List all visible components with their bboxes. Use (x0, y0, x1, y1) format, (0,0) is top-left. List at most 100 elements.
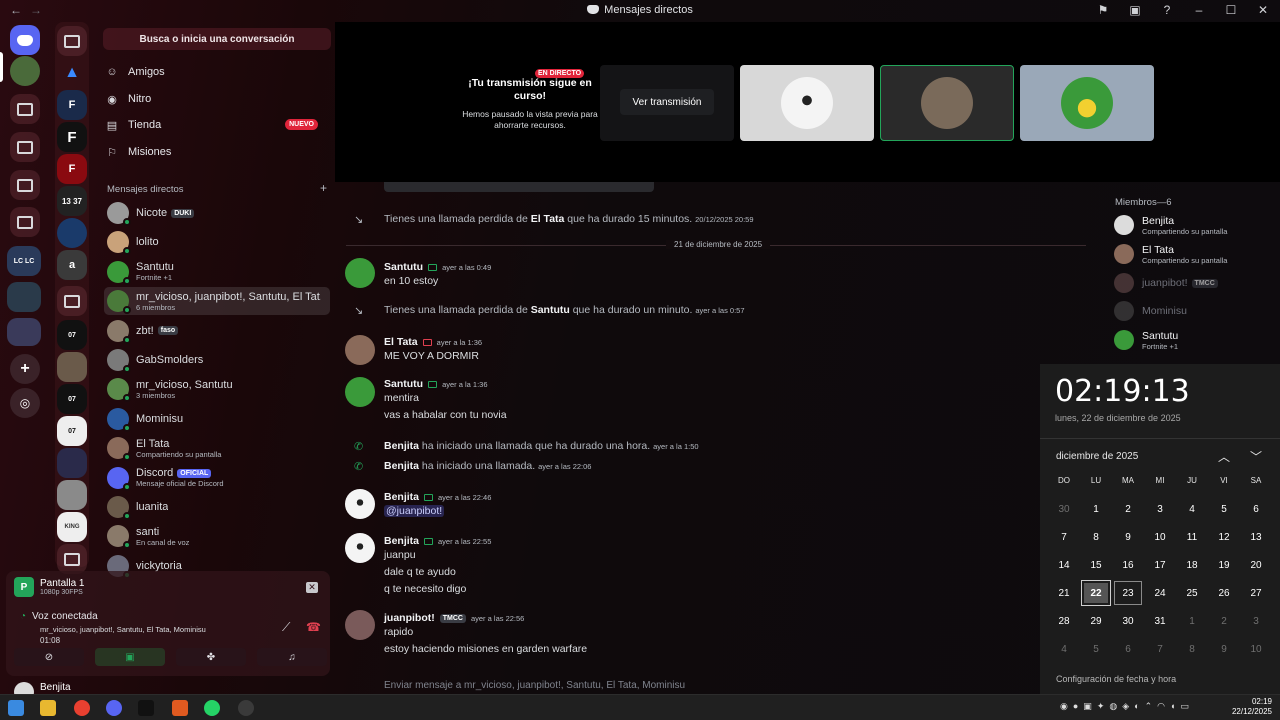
author-name[interactable]: Benjita (384, 491, 419, 503)
participant-tile[interactable] (880, 65, 1014, 141)
chrome-icon[interactable] (74, 700, 90, 716)
calendar-day[interactable]: 2 (1112, 495, 1144, 523)
sys-user[interactable]: Santutu (531, 304, 570, 316)
author-avatar[interactable] (345, 533, 375, 563)
server-icon[interactable] (57, 480, 87, 510)
author-name[interactable]: Benjita (384, 535, 419, 547)
server-folder-group[interactable] (7, 318, 41, 346)
server-avatar[interactable] (10, 56, 40, 86)
calendar-day[interactable]: 19 (1208, 551, 1240, 579)
server-icon[interactable]: F (57, 90, 87, 120)
calendar-day[interactable]: 22 (1081, 580, 1111, 606)
tray-icon[interactable]: ◈ (1122, 701, 1129, 712)
participant-tile[interactable] (740, 65, 874, 141)
calendar-day[interactable]: 6 (1112, 635, 1144, 663)
server-icon[interactable]: 13 37 (57, 186, 87, 216)
start-icon[interactable] (8, 700, 24, 716)
screen-share-button[interactable]: ▣ (95, 648, 165, 666)
folder-icon[interactable] (57, 286, 87, 316)
server-folder-icon[interactable] (10, 170, 40, 200)
dm-row[interactable]: santi En canal de voz (104, 522, 330, 550)
close-button[interactable]: ✕ (1256, 3, 1270, 17)
member-row[interactable]: Mominisu (1114, 298, 1278, 324)
author-avatar[interactable] (345, 258, 375, 288)
dm-row[interactable]: Santutu Fortnite +1 (104, 258, 330, 286)
calendar-day[interactable]: 14 (1048, 551, 1080, 579)
search-button[interactable]: Busca o inicia una conversación (103, 28, 331, 50)
inbox-icon[interactable]: ▣ (1128, 3, 1142, 17)
tray-icon[interactable]: ▣ (1083, 701, 1092, 712)
calendar-day[interactable]: 24 (1144, 579, 1176, 607)
calendar-day[interactable]: 13 (1240, 523, 1272, 551)
nav-quests[interactable]: ⚐ Misiones (106, 141, 326, 163)
server-icon[interactable]: ▲ (57, 58, 87, 88)
author-name[interactable]: Santutu (384, 261, 423, 273)
noise-suppression-icon[interactable]: ⟋ (282, 620, 290, 635)
author-avatar[interactable] (345, 335, 375, 365)
soundboard-button[interactable]: ♫ (257, 648, 327, 666)
calendar-day[interactable]: 18 (1176, 551, 1208, 579)
server-folder-lc[interactable]: LC LC (7, 246, 41, 276)
calendar-day[interactable]: 3 (1144, 495, 1176, 523)
calendar-day[interactable]: 9 (1208, 635, 1240, 663)
chevron-down-icon[interactable]: ﹀ (1250, 448, 1262, 465)
stream-tile[interactable]: Ver transmisión (600, 65, 734, 141)
calendar-day[interactable]: 9 (1112, 523, 1144, 551)
author-avatar[interactable] (345, 610, 375, 640)
calendar-day[interactable]: 8 (1176, 635, 1208, 663)
dm-row[interactable]: Discord OFICIAL Mensaje oficial de Discord (104, 464, 330, 492)
calendar-day[interactable]: 30 (1048, 495, 1080, 523)
battery-icon[interactable]: ▭ (1180, 701, 1189, 712)
stop-stream-icon[interactable]: ✕ (306, 582, 318, 593)
nav-shop[interactable]: ▤ Tienda NUEVO (106, 114, 326, 136)
calendar-day[interactable]: 4 (1176, 495, 1208, 523)
calendar-day[interactable]: 16 (1112, 551, 1144, 579)
app-icon[interactable] (238, 700, 254, 716)
discover-compass-icon[interactable]: ◎ (10, 388, 40, 418)
server-icon[interactable]: KING (57, 512, 87, 542)
author-name[interactable]: juanpibot! (384, 612, 435, 624)
tiktok-icon[interactable] (138, 700, 154, 716)
dm-row[interactable]: El Tata Compartiendo su pantalla (104, 434, 330, 462)
member-row[interactable]: Santutu Fortnite +1 (1114, 327, 1278, 353)
tray-icon[interactable]: ◐ (1134, 701, 1139, 712)
tray-icon[interactable]: ◉ (1060, 701, 1068, 712)
create-dm-plus-icon[interactable]: + (320, 181, 327, 195)
server-icon[interactable]: F (57, 122, 87, 152)
minimize-button[interactable]: – (1192, 3, 1206, 17)
server-icon[interactable]: F (57, 154, 87, 184)
dm-row[interactable]: lolito (104, 228, 330, 256)
wifi-icon[interactable]: ◠ (1157, 701, 1165, 712)
calendar-day[interactable]: 23 (1114, 581, 1142, 605)
whatsapp-icon[interactable] (204, 700, 220, 716)
member-row[interactable]: juanpibot! TMCC (1114, 270, 1278, 296)
dm-row[interactable]: GabSmolders (104, 346, 330, 374)
discord-home-button[interactable] (10, 25, 40, 55)
sys-user[interactable]: El Tata (531, 213, 565, 225)
date-time-settings-link[interactable]: Configuración de fecha y hora (1056, 674, 1176, 684)
dm-row[interactable]: zbt! faso (104, 317, 330, 345)
calendar-day[interactable]: 3 (1240, 607, 1272, 635)
voice-connected-label[interactable]: Voz conectada (32, 611, 98, 622)
calendar-day[interactable]: 7 (1144, 635, 1176, 663)
calendar-day[interactable]: 17 (1144, 551, 1176, 579)
sys-user[interactable]: Benjita (384, 460, 419, 472)
discord-taskbar-icon[interactable] (106, 700, 122, 716)
member-row[interactable]: Benjita Compartiendo su pantalla (1114, 212, 1278, 238)
server-icon[interactable] (57, 352, 87, 382)
calendar-day[interactable]: 5 (1208, 495, 1240, 523)
calendar-day[interactable]: 1 (1080, 495, 1112, 523)
calendar-day[interactable]: 10 (1240, 635, 1272, 663)
server-icon[interactable]: 07 (57, 320, 87, 350)
calendar-day[interactable]: 6 (1240, 495, 1272, 523)
calendar-day[interactable]: 26 (1208, 579, 1240, 607)
dm-row[interactable]: mr_vicioso, juanpibot!, Santutu, El Tat.… (104, 287, 330, 316)
calendar-day[interactable]: 20 (1240, 551, 1272, 579)
author-avatar[interactable] (345, 489, 375, 519)
tray-icon[interactable]: ⌃ (1145, 701, 1153, 712)
calendar-day[interactable]: 10 (1144, 523, 1176, 551)
inbox-flag-icon[interactable]: ⚑ (1096, 3, 1110, 17)
folder-icon[interactable] (57, 544, 87, 574)
calendar-day[interactable]: 2 (1208, 607, 1240, 635)
tray-icon[interactable]: ✦ (1097, 701, 1105, 712)
